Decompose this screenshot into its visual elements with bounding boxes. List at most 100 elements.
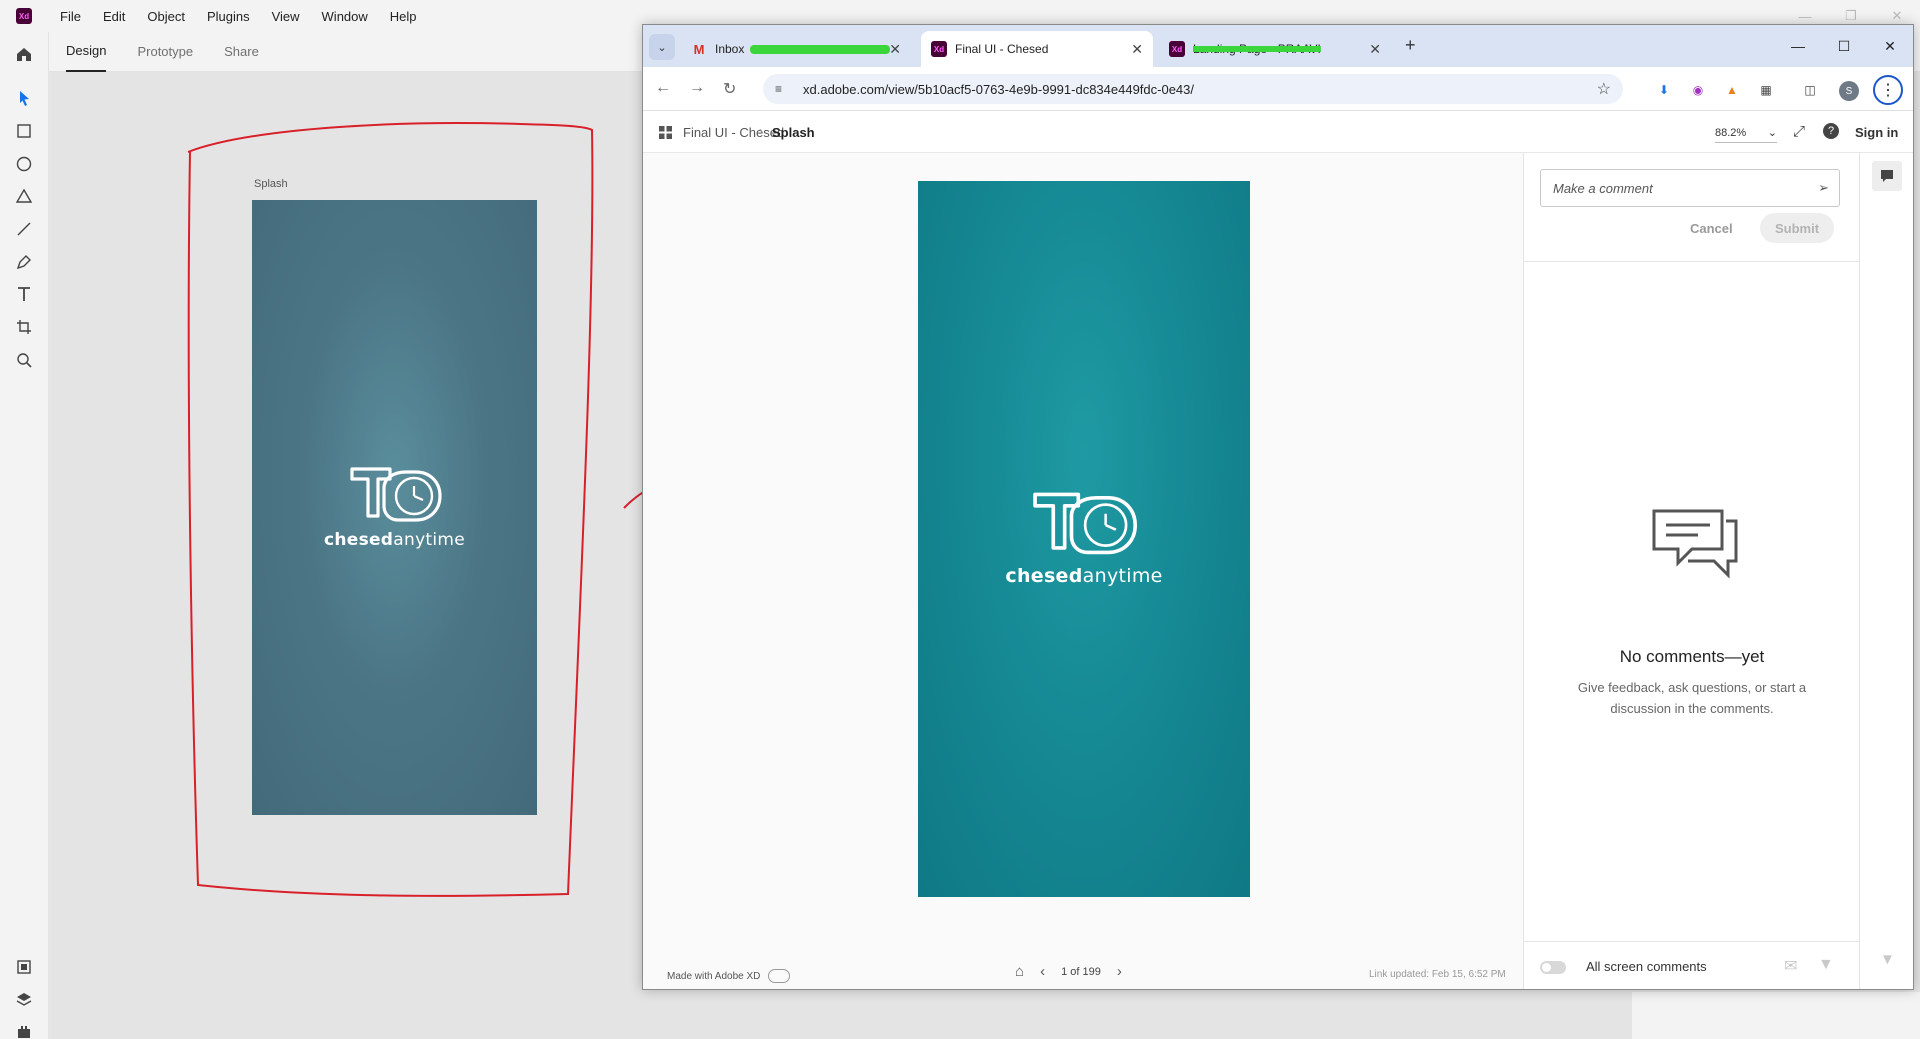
- xd-toolbar: [0, 32, 49, 1039]
- home-icon[interactable]: [12, 42, 36, 66]
- url-text: xd.adobe.com/view/5b10acf5-0763-4e9b-999…: [803, 81, 1195, 97]
- comment-placeholder: Make a comment: [1553, 180, 1653, 196]
- tab-prototype[interactable]: Prototype: [137, 32, 193, 72]
- sign-in-link[interactable]: Sign in: [1855, 125, 1898, 140]
- splash-screen-preview[interactable]: chesedanytime: [918, 181, 1250, 897]
- extension-fox-icon[interactable]: ▲: [1723, 81, 1741, 99]
- brand-light: anytime: [1082, 565, 1163, 587]
- chesed-logo-icon: [349, 466, 442, 522]
- menu-object[interactable]: Object: [147, 9, 185, 24]
- cancel-button[interactable]: Cancel: [1690, 221, 1733, 236]
- extensions-puzzle-icon[interactable]: ▦: [1757, 81, 1775, 99]
- extension-download-icon[interactable]: ⬇: [1655, 81, 1673, 99]
- filter-icon[interactable]: ▼: [1818, 956, 1834, 974]
- brand-wordmark: chesedanytime: [324, 530, 465, 550]
- browser-tab-landing-page[interactable]: Xd Landing Page - PRAAVI ✕: [1159, 31, 1391, 67]
- hide-comments-icon[interactable]: ✉: [1784, 956, 1797, 976]
- previous-screen-icon[interactable]: ‹: [1040, 963, 1045, 980]
- menu-help[interactable]: Help: [390, 9, 417, 24]
- no-comments-subtitle: Give feedback, ask questions, or start a…: [1577, 680, 1807, 716]
- grid-view-icon[interactable]: [659, 126, 672, 139]
- artboard-label[interactable]: Splash: [254, 178, 288, 190]
- new-tab-icon[interactable]: +: [1405, 35, 1416, 56]
- browser-tab-final-ui[interactable]: Xd Final UI - Chesed ✕: [921, 31, 1153, 67]
- redaction-mark: [750, 44, 891, 54]
- zoom-tool-icon[interactable]: [12, 348, 36, 372]
- menu-plugins[interactable]: Plugins: [207, 9, 250, 24]
- home-screen-icon[interactable]: ⌂: [1015, 963, 1024, 980]
- pin-icon[interactable]: ➢: [1818, 180, 1829, 196]
- close-tab-icon[interactable]: ✕: [889, 41, 901, 58]
- next-screen-icon[interactable]: ›: [1117, 963, 1122, 980]
- link-updated-text: Link updated: Feb 15, 6:52 PM: [1369, 969, 1506, 980]
- menu-file[interactable]: File: [60, 9, 81, 24]
- browser-tab-inbox[interactable]: M Inbox ✕: [681, 31, 911, 67]
- brand-light: anytime: [393, 529, 466, 550]
- reload-icon[interactable]: ↻: [723, 79, 736, 99]
- xd-property-panel-edge: [1632, 992, 1920, 1039]
- menu-edit[interactable]: Edit: [103, 9, 125, 24]
- browser-menu-icon[interactable]: ⋮: [1873, 75, 1903, 105]
- xd-menu: File Edit Object Plugins View Window Hel…: [60, 9, 439, 24]
- tab-design[interactable]: Design: [66, 32, 107, 72]
- divider: [1524, 261, 1860, 262]
- browser-toolbar: ← → ↻ ≡ xd.adobe.com/view/5b10acf5-0763-…: [643, 67, 1913, 111]
- assets-icon[interactable]: [12, 955, 36, 979]
- zoom-value: 88.2%: [1715, 126, 1747, 139]
- side-panel-icon[interactable]: ◫: [1801, 81, 1819, 99]
- select-tool-icon[interactable]: [12, 86, 36, 110]
- comments-toggle-button[interactable]: [1872, 161, 1902, 191]
- xd-icon: Xd: [1169, 41, 1185, 57]
- chevron-down-icon: ⌄: [1767, 127, 1777, 139]
- splash-artboard[interactable]: chesedanytime: [252, 200, 537, 815]
- line-tool-icon[interactable]: [12, 217, 36, 241]
- menu-window[interactable]: Window: [322, 9, 368, 24]
- zoom-select[interactable]: 88.2% ⌄: [1715, 123, 1777, 143]
- right-rail: ▼: [1859, 153, 1913, 989]
- pen-tool-icon[interactable]: [12, 250, 36, 274]
- speech-bubbles-icon: [1652, 509, 1738, 579]
- breadcrumb-screen: Splash: [772, 125, 815, 140]
- made-with-adobe-xd[interactable]: Made with Adobe XD: [667, 969, 791, 983]
- maximize-icon[interactable]: ☐: [1821, 25, 1867, 67]
- page-indicator: 1 of 199: [1061, 965, 1101, 978]
- comment-input[interactable]: Make a comment ➢: [1540, 169, 1840, 207]
- chesed-logo-icon: [1033, 492, 1138, 555]
- ellipse-tool-icon[interactable]: [12, 152, 36, 176]
- tab-title: Final UI - Chesed: [955, 42, 1049, 56]
- menu-view[interactable]: View: [272, 9, 300, 24]
- bookmark-star-icon[interactable]: ☆: [1597, 79, 1611, 99]
- rail-filter-icon[interactable]: ▼: [1880, 951, 1895, 968]
- tab-search-icon[interactable]: ⌄: [649, 34, 675, 60]
- layers-icon[interactable]: [12, 988, 36, 1012]
- creative-cloud-icon: [768, 969, 791, 983]
- gmail-icon: M: [693, 41, 705, 57]
- close-tab-icon[interactable]: ✕: [1131, 41, 1143, 58]
- close-icon[interactable]: ✕: [1867, 25, 1913, 67]
- profile-avatar[interactable]: S: [1839, 81, 1859, 101]
- text-tool-icon[interactable]: [12, 282, 36, 306]
- rectangle-tool-icon[interactable]: [12, 119, 36, 143]
- fullscreen-icon[interactable]: ⤢: [1793, 123, 1805, 140]
- forward-icon[interactable]: →: [689, 79, 705, 97]
- no-comments-title: No comments—yet: [1619, 647, 1765, 666]
- back-icon[interactable]: ←: [655, 79, 671, 97]
- brand-bold: chesed: [1005, 565, 1083, 587]
- breadcrumb-project[interactable]: Final UI - Chesed: [683, 125, 784, 140]
- artboard-tool-icon[interactable]: [12, 315, 36, 339]
- address-bar[interactable]: ≡ xd.adobe.com/view/5b10acf5-0763-4e9b-9…: [763, 74, 1623, 104]
- tab-share[interactable]: Share: [224, 32, 259, 72]
- extension-color-icon[interactable]: ◉: [1689, 81, 1707, 99]
- close-tab-icon[interactable]: ✕: [1369, 41, 1381, 58]
- brand-bold: chesed: [323, 529, 394, 550]
- brand-wordmark: chesedanytime: [1005, 565, 1162, 587]
- made-with-label: Made with Adobe XD: [667, 970, 761, 982]
- plugins-icon[interactable]: [12, 1020, 36, 1039]
- minimize-icon[interactable]: —: [1775, 25, 1821, 67]
- submit-button[interactable]: Submit: [1760, 213, 1834, 243]
- site-settings-icon[interactable]: ≡: [775, 82, 791, 96]
- xd-viewer-header: Final UI - Chesed › Splash 88.2% ⌄ ⤢ ? S…: [643, 111, 1913, 153]
- help-icon[interactable]: ?: [1823, 123, 1839, 139]
- polygon-tool-icon[interactable]: [12, 184, 36, 208]
- all-screen-comments-toggle[interactable]: [1540, 961, 1566, 974]
